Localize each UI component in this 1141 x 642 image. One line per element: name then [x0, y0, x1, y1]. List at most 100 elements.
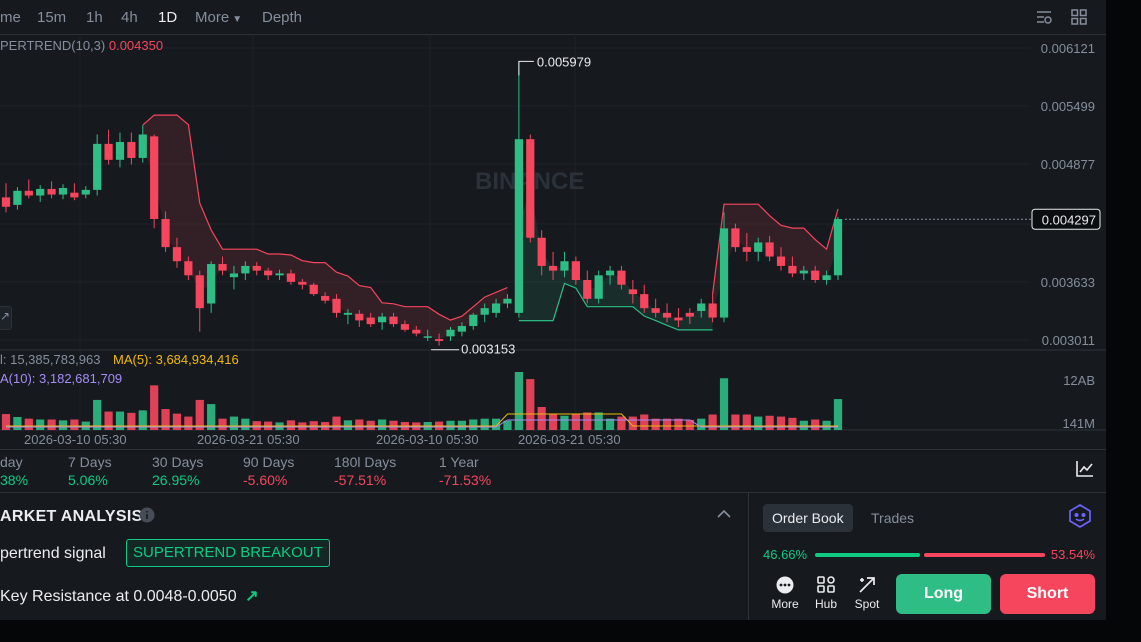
candle-body	[719, 228, 729, 318]
candle-body	[195, 275, 204, 309]
chart-expand-button[interactable]: ↗	[0, 306, 12, 330]
candle-body	[674, 317, 683, 321]
candle-body	[355, 313, 364, 321]
volume-bar	[697, 418, 706, 430]
candle-body	[241, 265, 250, 274]
depth-tab[interactable]: Depth	[262, 9, 302, 26]
volume-bars	[1, 372, 843, 430]
volume-bar	[776, 416, 786, 430]
high-price-label: 0.005979	[537, 54, 591, 69]
candle-body	[321, 295, 330, 301]
tab-order-book[interactable]: Order Book	[763, 504, 853, 532]
volume-bar	[731, 414, 740, 430]
perf-90-days: 90 Days -5.60%	[243, 454, 295, 488]
candle-body	[594, 275, 603, 299]
volume-bar	[332, 416, 341, 430]
volume-ma10-label: A(10): 3,182,681,709	[0, 371, 123, 386]
candle-body	[742, 247, 751, 252]
candle-body	[560, 261, 569, 271]
tab-trades[interactable]: Trades	[862, 504, 923, 532]
candle-body	[332, 298, 341, 313]
candles	[1, 61, 843, 346]
price-chart[interactable]: BINANCE 0.0061210.0054990.0048770.003633…	[0, 34, 1106, 449]
trading-app: me 15m 1h 4h 1D More▼ Depth BINANCE 0	[0, 0, 1106, 620]
timeframe-time[interactable]: me	[0, 9, 21, 26]
more-button[interactable]: More	[765, 576, 805, 611]
volume-bar	[389, 420, 398, 430]
supertrend-fill	[518, 188, 713, 330]
candle-body	[662, 312, 672, 318]
candle-body	[514, 139, 523, 313]
candle-body	[127, 141, 136, 158]
date-axis-label: 2026-03-10 05:30	[24, 432, 127, 447]
candle-body	[1, 197, 11, 207]
volume-bar	[70, 419, 79, 430]
assistant-bot-icon[interactable]	[1067, 503, 1093, 529]
more-timeframes-dropdown[interactable]: More ▼	[195, 9, 242, 26]
candlestick-chart-svg[interactable]: BINANCE 0.0061210.0054990.0048770.003633…	[0, 34, 1106, 449]
spot-button[interactable]: Spot	[847, 576, 887, 611]
indicator-chart-icon[interactable]	[1075, 460, 1095, 478]
volume-bar	[571, 414, 580, 430]
perf-7-days: 7 Days 5.06%	[68, 454, 112, 488]
chart-settings-icon[interactable]	[1035, 8, 1053, 26]
perf-1-year: 1 Year -71.53%	[439, 454, 492, 488]
timeframe-1d[interactable]: 1D	[158, 9, 177, 26]
timeframe-4h[interactable]: 4h	[121, 9, 138, 26]
candle-body	[309, 284, 318, 295]
candle-body	[571, 261, 580, 281]
candle-body	[788, 265, 797, 274]
timeframe-1h[interactable]: 1h	[86, 9, 103, 26]
candle-body	[799, 270, 808, 274]
timeframe-15m[interactable]: 15m	[37, 9, 66, 26]
volume-bar	[811, 419, 820, 430]
volume-ma5-label: MA(5): 3,684,934,416	[113, 352, 239, 367]
hub-label: Hub	[814, 597, 837, 611]
key-resistance-row[interactable]: Key Resistance at 0.0048-0.0050 ↗	[0, 586, 258, 606]
volume-bar	[446, 420, 455, 430]
candle-body	[150, 136, 159, 219]
hub-button[interactable]: Hub	[806, 576, 846, 611]
volume-bar	[583, 412, 592, 430]
date-axis-label: 2026-03-21 05:30	[197, 432, 300, 447]
price-annotations: 0.005979 0.003153	[431, 54, 591, 357]
candle-body	[343, 312, 353, 315]
volume-axis-label: 12AB	[1063, 373, 1095, 388]
candle-body	[378, 316, 387, 323]
volume-bar	[366, 420, 375, 430]
candle-body	[708, 303, 717, 318]
price-axis-label: 0.003633	[1041, 275, 1095, 290]
candle-body	[434, 339, 444, 342]
candle-body	[503, 298, 512, 304]
short-button[interactable]: Short	[1000, 574, 1095, 614]
volume-bar	[150, 385, 159, 430]
order-book-panel: Order Book Trades 46.66% 53.54% More Hub	[748, 492, 1106, 620]
long-button[interactable]: Long	[896, 574, 991, 614]
candle-body	[286, 273, 296, 282]
screen-bezel-right	[1106, 0, 1141, 642]
perf-30-days: 30 Days 26.95%	[152, 454, 204, 488]
volume-bar	[548, 414, 558, 430]
info-icon[interactable]	[139, 507, 155, 523]
candle-body	[628, 289, 637, 295]
volume-bar	[537, 407, 546, 430]
candle-body	[264, 270, 273, 276]
volume-bar	[594, 412, 603, 430]
volume-bar	[24, 418, 33, 430]
candle-body	[298, 281, 307, 285]
collapse-chevron-icon[interactable]	[716, 508, 732, 520]
price-axis-label: 0.003011	[1042, 333, 1095, 348]
volume-bar	[13, 417, 22, 430]
high-marker-line	[518, 60, 534, 76]
price-axis-label: 0.004877	[1041, 157, 1095, 172]
volume-bar	[184, 416, 193, 430]
date-axis-label: 2026-03-21 05:30	[518, 432, 621, 447]
buy-ratio-bar	[815, 553, 921, 557]
supertrend-signal-label: pertrend signal	[0, 545, 106, 562]
current-price-value: 0.004297	[1042, 212, 1096, 227]
candle-body	[605, 270, 615, 276]
candle-body	[115, 141, 125, 160]
layout-grid-icon[interactable]	[1070, 8, 1088, 26]
candle-body	[754, 242, 763, 252]
date-axis: 2026-03-10 05:30 2026-03-21 05:30 2026-03-…	[24, 432, 621, 447]
